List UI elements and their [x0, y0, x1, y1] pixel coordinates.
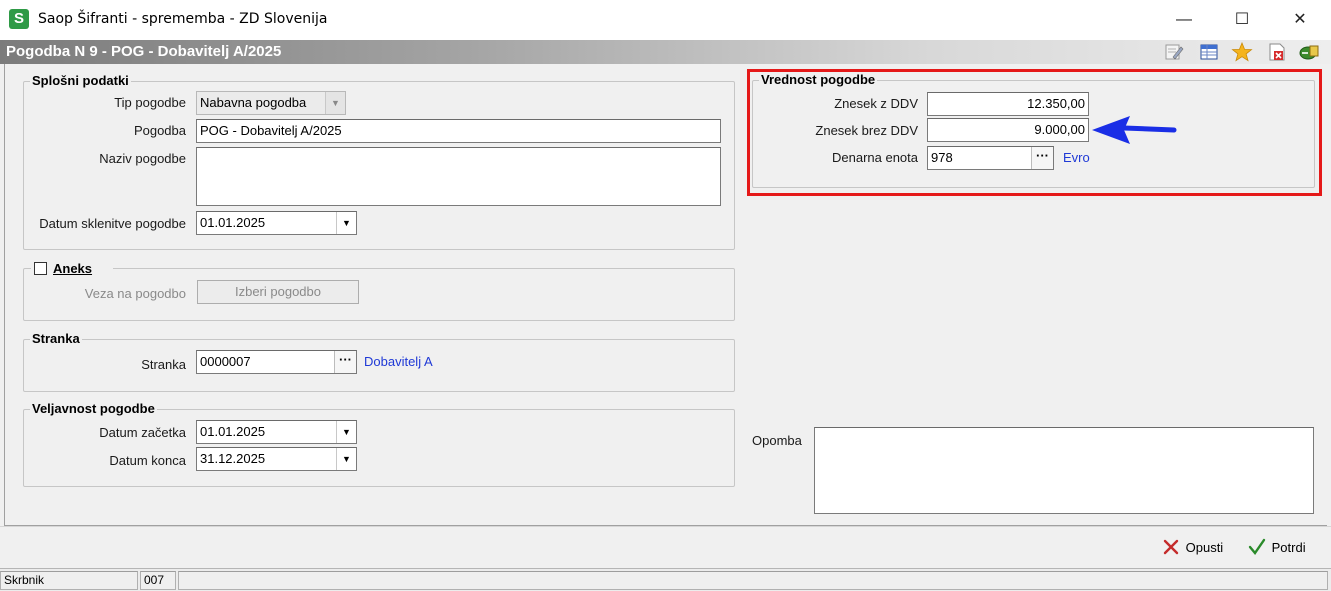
group-title: Veljavnost pogodbe — [30, 401, 157, 416]
chevron-down-icon[interactable]: ▼ — [336, 448, 356, 470]
app-icon: S — [9, 9, 29, 29]
status-bar: Skrbnik 007 — [0, 568, 1331, 591]
window-titlebar: S Saop Šifranti - sprememba - ZD Sloveni… — [0, 0, 1331, 40]
tip-pogodbe-select[interactable]: Nabavna pogodba ▼ — [196, 91, 346, 115]
group-title: Splošni podatki — [30, 73, 131, 88]
close-button[interactable]: ✕ — [1277, 4, 1323, 36]
datum-zacetka-value: 01.01.2025 — [200, 424, 266, 439]
maximize-button[interactable]: ☐ — [1219, 4, 1265, 36]
minimize-button[interactable]: — — [1161, 4, 1207, 36]
table-settings-icon[interactable] — [1198, 42, 1220, 62]
opusti-label: Opusti — [1185, 540, 1224, 555]
denarna-enota-name-link[interactable]: Evro — [1063, 150, 1090, 165]
opomba-textarea[interactable] — [814, 427, 1314, 514]
tip-pogodbe-value: Nabavna pogodba — [200, 95, 307, 110]
pogodba-label: Pogodba — [133, 123, 186, 138]
opomba-label: Opomba — [752, 433, 802, 448]
izberi-pogodbo-button[interactable]: Izberi pogodbo — [197, 280, 359, 304]
group-veljavnost: Veljavnost pogodbe — [23, 401, 735, 487]
pogodba-input[interactable]: POG - Dobavitelj A/2025 — [196, 119, 721, 143]
status-empty — [178, 571, 1328, 590]
znesek-z-ddv-label: Znesek z DDV — [834, 96, 918, 111]
denarna-enota-value: 978 — [931, 150, 953, 165]
check-icon — [1248, 538, 1266, 555]
znesek-brez-ddv-input[interactable]: 9.000,00 — [927, 118, 1089, 142]
znesek-z-ddv-input[interactable]: 12.350,00 — [927, 92, 1089, 116]
naziv-pogodbe-textarea[interactable] — [196, 147, 721, 206]
datum-sklenitve-label: Datum sklenitve pogodbe — [39, 216, 186, 231]
delete-document-icon[interactable] — [1266, 42, 1288, 62]
status-skrbnik: Skrbnik — [0, 571, 138, 590]
stranka-input[interactable]: 0000007 ··· — [196, 350, 357, 374]
browse-ellipsis-button[interactable]: ··· — [1031, 147, 1053, 169]
datum-konca-picker[interactable]: 31.12.2025 ▼ — [196, 447, 357, 471]
aneks-label: Aneks — [53, 261, 93, 276]
potrdi-button[interactable]: Potrdi — [1248, 538, 1306, 556]
datum-sklenitve-value: 01.01.2025 — [200, 215, 266, 230]
veza-na-pogodbo-label: Veza na pogodbo — [84, 286, 186, 301]
chevron-down-icon[interactable]: ▼ — [336, 421, 356, 443]
group-title: Stranka — [30, 331, 82, 346]
exit-icon[interactable] — [1298, 42, 1320, 62]
cancel-x-icon — [1163, 539, 1179, 555]
stranka-value: 0000007 — [200, 354, 251, 369]
footer-bar — [0, 526, 1331, 568]
znesek-brez-ddv-label: Znesek brez DDV — [815, 123, 918, 138]
window-title: Saop Šifranti - sprememba - ZD Slovenija — [38, 11, 328, 27]
aneks-checkbox[interactable] — [34, 262, 47, 275]
status-code: 007 — [140, 571, 176, 590]
datum-zacetka-label: Datum začetka — [99, 425, 186, 440]
potrdi-label: Potrdi — [1271, 540, 1306, 555]
edit-icon[interactable] — [1163, 42, 1185, 62]
stranka-name-link[interactable]: Dobavitelj A — [364, 354, 433, 369]
aneks-title-wrap: Aneks — [31, 261, 113, 277]
denarna-enota-label: Denarna enota — [831, 150, 918, 165]
record-header: Pogodba N 9 - POG - Dobavitelj A/2025 — [0, 40, 1331, 64]
stranka-label: Stranka — [141, 357, 186, 372]
group-title: Vrednost pogodbe — [759, 72, 878, 87]
datum-sklenitve-picker[interactable]: 01.01.2025 ▼ — [196, 211, 357, 235]
datum-konca-label: Datum konca — [109, 453, 186, 468]
record-title: Pogodba N 9 - POG - Dobavitelj A/2025 — [6, 43, 282, 60]
favorite-star-icon[interactable] — [1231, 42, 1253, 62]
denarna-enota-input[interactable]: 978 ··· — [927, 146, 1054, 170]
chevron-down-icon[interactable]: ▼ — [325, 92, 345, 114]
blue-arrow-icon — [1092, 116, 1177, 144]
datum-zacetka-picker[interactable]: 01.01.2025 ▼ — [196, 420, 357, 444]
datum-konca-value: 31.12.2025 — [200, 451, 266, 466]
chevron-down-icon[interactable]: ▼ — [336, 212, 356, 234]
tip-pogodbe-label: Tip pogodbe — [114, 95, 186, 110]
opusti-button[interactable]: Opusti — [1162, 538, 1223, 556]
browse-ellipsis-button[interactable]: ··· — [334, 351, 356, 373]
naziv-pogodbe-label: Naziv pogodbe — [99, 151, 186, 166]
